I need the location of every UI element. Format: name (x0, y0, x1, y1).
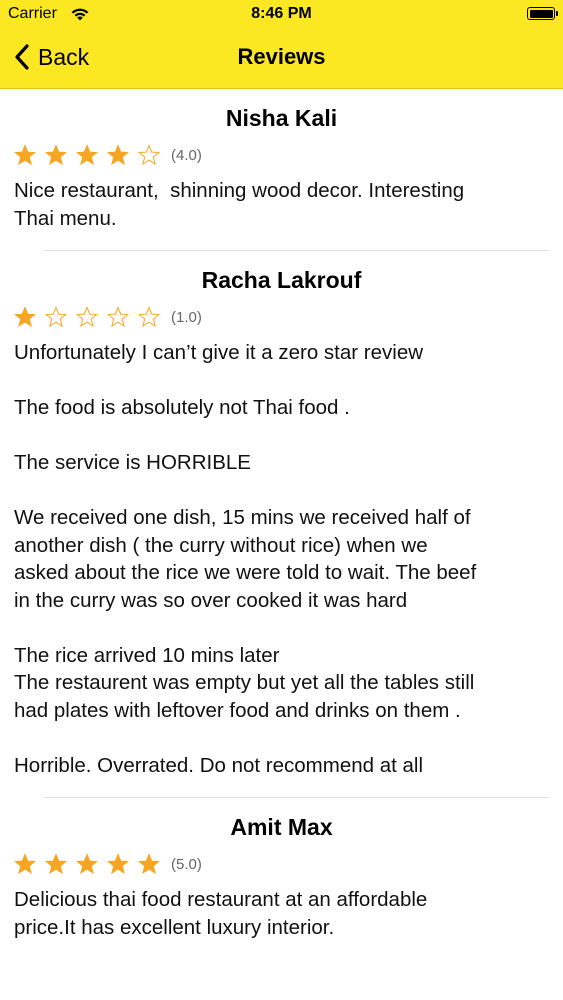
rating-value: (5.0) (171, 855, 202, 873)
star-filled-icon (45, 853, 67, 875)
star-empty-icon (107, 306, 129, 328)
star-empty-icon (138, 306, 160, 328)
status-bar: Carrier 8:46 PM (0, 0, 563, 30)
review-text: Delicious thai food restaurant at an aff… (14, 888, 428, 939)
reviewer-name: Racha Lakrouf (201, 267, 362, 293)
reviewer-name: Nisha Kali (225, 105, 338, 131)
star-empty-icon (45, 306, 67, 328)
reviewer-name: Amit Max (230, 814, 333, 840)
star-filled-icon (14, 853, 36, 875)
star-filled-icon (45, 144, 67, 166)
page-title: Reviews (237, 44, 326, 69)
status-time: 8:46 PM (251, 5, 312, 22)
star-filled-icon (14, 144, 36, 166)
star-rating: (5.0) (14, 850, 549, 878)
review-item: Amit Max (5.0) Delicious thai food restaur… (0, 798, 563, 941)
review-text: Nice restaurant, shinning wood decor. In… (14, 179, 465, 230)
rating-value: (4.0) (171, 146, 202, 164)
star-filled-icon (107, 853, 129, 875)
reviews-list[interactable]: Nisha Kali (4.0) Nice restaurant, shinning… (0, 89, 563, 941)
review-item: Racha Lakrouf (1.0) Unfortunately I can’t … (0, 251, 563, 798)
rating-value: (1.0) (171, 308, 202, 326)
star-empty-icon (138, 144, 160, 166)
battery-icon (527, 7, 558, 20)
review-item: Nisha Kali (4.0) Nice restaurant, shinning… (0, 89, 563, 251)
star-rating: (4.0) (14, 141, 549, 169)
screen: Carrier 8:46 PM Back Reviews Nisha Kali (… (0, 0, 563, 1000)
star-rating: (1.0) (14, 303, 549, 331)
star-filled-icon (14, 306, 36, 328)
star-filled-icon (138, 853, 160, 875)
navigation-bar: Carrier 8:46 PM Back Reviews (0, 0, 563, 89)
review-text: Unfortunately I can’t give it a zero sta… (14, 341, 477, 777)
star-filled-icon (107, 144, 129, 166)
star-filled-icon (76, 144, 98, 166)
star-filled-icon (76, 853, 98, 875)
star-empty-icon (76, 306, 98, 328)
